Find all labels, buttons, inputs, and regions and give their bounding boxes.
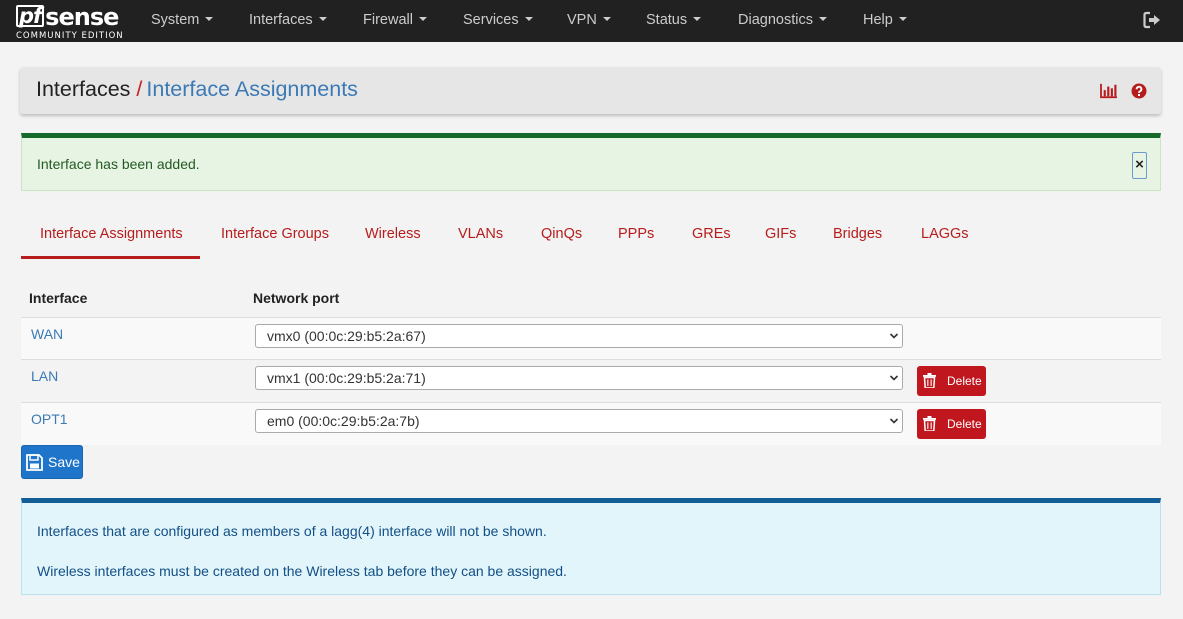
tab-bridges[interactable]: Bridges <box>833 226 882 256</box>
caret-down-icon <box>418 17 427 21</box>
table-row: LAN vmx1 (00:0c:29:b5:2a:71) Delete <box>21 359 1161 402</box>
caret-down-icon <box>205 17 214 21</box>
tab-gifs[interactable]: GIFs <box>765 226 796 256</box>
chevron-down-icon <box>889 375 899 381</box>
breadcrumb-parent[interactable]: Interfaces <box>36 77 130 101</box>
chevron-down-icon <box>889 333 899 339</box>
pfsense-logo[interactable]: pf sense COMMUNITY EDITION <box>16 4 124 42</box>
nav-services[interactable]: Services <box>463 0 533 42</box>
chevron-down-icon <box>889 418 899 424</box>
delete-button-opt1[interactable]: Delete <box>917 409 986 439</box>
header-interface: Interface <box>29 290 88 306</box>
tab-gres[interactable]: GREs <box>692 226 731 256</box>
info-line-lagg: Interfaces that are configured as member… <box>37 523 547 539</box>
network-port-select-lan[interactable]: vmx1 (00:0c:29:b5:2a:71) <box>255 366 903 390</box>
logo-edition: COMMUNITY EDITION <box>16 31 124 41</box>
table-row: OPT1 em0 (00:0c:29:b5:2a:7b) Delete <box>21 402 1161 445</box>
trash-icon <box>923 373 936 388</box>
tab-laggs[interactable]: LAGGs <box>921 226 969 256</box>
info-alert: Interfaces that are configured as member… <box>21 498 1161 595</box>
nav-system[interactable]: System <box>151 0 214 42</box>
interface-link-lan[interactable]: LAN <box>31 368 58 384</box>
nav-vpn[interactable]: VPN <box>567 0 611 42</box>
sign-out-icon[interactable] <box>1143 11 1161 29</box>
tab-interface-assignments[interactable]: Interface Assignments <box>40 226 183 256</box>
network-port-select-opt1[interactable]: em0 (00:0c:29:b5:2a:7b) <box>255 409 903 433</box>
close-alert-button[interactable]: × <box>1132 152 1147 179</box>
nav-diagnostics[interactable]: Diagnostics <box>738 0 827 42</box>
tab-ppps[interactable]: PPPs <box>618 226 654 256</box>
save-button[interactable]: Save <box>21 445 83 479</box>
breadcrumb: Interfaces / Interface Assignments <box>36 77 358 102</box>
caret-down-icon <box>524 17 533 21</box>
info-line-wireless: Wireless interfaces must be created on t… <box>37 563 567 579</box>
tab-wireless[interactable]: Wireless <box>365 226 421 256</box>
interface-link-opt1[interactable]: OPT1 <box>31 411 68 427</box>
tab-qinqs[interactable]: QinQs <box>541 226 582 256</box>
delete-label: Delete <box>947 417 982 431</box>
logo-wordmark: pf sense <box>16 4 119 30</box>
bar-chart-icon[interactable] <box>1100 83 1118 99</box>
breadcrumb-panel: Interfaces / Interface Assignments <box>20 67 1161 114</box>
tab-interface-groups[interactable]: Interface Groups <box>221 226 329 256</box>
nav-help[interactable]: Help <box>863 0 907 42</box>
caret-down-icon <box>898 17 907 21</box>
success-message: Interface has been added. <box>37 156 200 172</box>
nav-firewall[interactable]: Firewall <box>363 0 427 42</box>
nav-status[interactable]: Status <box>646 0 702 42</box>
tab-vlans[interactable]: VLANs <box>458 226 503 256</box>
save-icon <box>26 454 43 471</box>
delete-button-lan[interactable]: Delete <box>917 366 986 396</box>
header-network-port: Network port <box>253 290 340 306</box>
breadcrumb-current[interactable]: Interface Assignments <box>146 77 358 101</box>
caret-down-icon <box>693 17 702 21</box>
caret-down-icon <box>318 17 327 21</box>
save-label: Save <box>48 454 80 470</box>
caret-down-icon <box>602 17 611 21</box>
active-tab-indicator <box>21 256 200 259</box>
delete-label: Delete <box>947 374 982 388</box>
trash-icon <box>923 416 936 431</box>
network-port-select-wan[interactable]: vmx0 (00:0c:29:b5:2a:67) <box>255 324 903 348</box>
interface-link-wan[interactable]: WAN <box>31 326 63 342</box>
caret-down-icon <box>818 17 827 21</box>
breadcrumb-separator: / <box>136 77 143 101</box>
success-alert: Interface has been added. × <box>21 133 1161 191</box>
question-circle-icon[interactable] <box>1130 83 1148 99</box>
table-row: WAN vmx0 (00:0c:29:b5:2a:67) <box>21 317 1161 360</box>
nav-interfaces[interactable]: Interfaces <box>249 0 327 42</box>
top-navbar: pf sense COMMUNITY EDITION System Interfa… <box>0 0 1183 42</box>
